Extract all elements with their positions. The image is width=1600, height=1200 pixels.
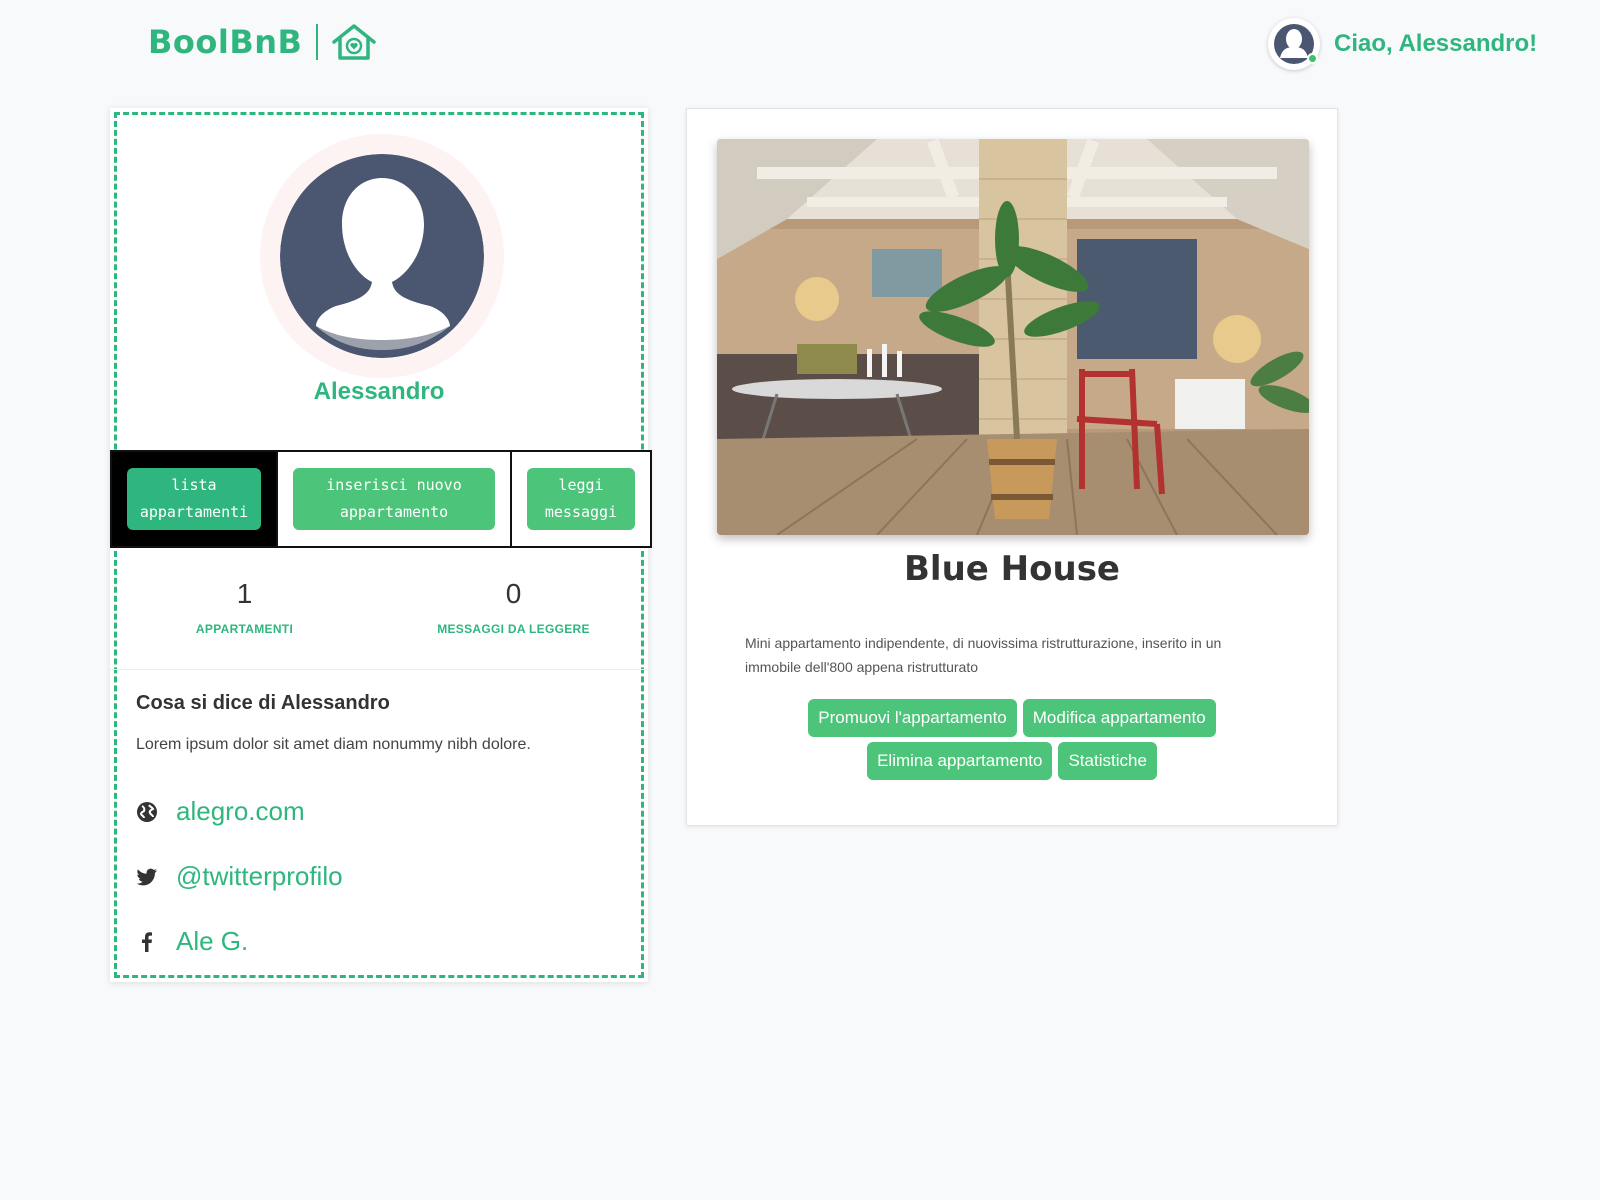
profile-card: Alessandro lista appartamenti inserisci … bbox=[110, 108, 652, 982]
stat-value: 0 bbox=[505, 578, 522, 609]
profile-name: Alessandro bbox=[313, 378, 445, 405]
user-silhouette-icon bbox=[280, 154, 484, 358]
apartment-description: Mini appartamento indipendente, di nuovi… bbox=[745, 635, 1222, 675]
tab-lista-appartamenti[interactable]: lista appartamenti bbox=[112, 452, 278, 546]
twitter-icon bbox=[136, 868, 157, 885]
logo-divider bbox=[316, 24, 319, 60]
facebook-link[interactable]: Ale G. bbox=[176, 926, 248, 957]
stat-value: 1 bbox=[236, 578, 253, 609]
profile-avatar bbox=[260, 134, 504, 378]
tab-inserisci-appartamento[interactable]: inserisci nuovo appartamento bbox=[278, 452, 512, 546]
about-text: Lorem ipsum dolor sit amet diam nonummy … bbox=[136, 736, 531, 753]
profile-tabbar: lista appartamenti inserisci nuovo appar… bbox=[110, 450, 652, 548]
profile-stats: 1 APPARTAMENTI 0 MESSAGGI DA LEGGERE bbox=[110, 574, 648, 670]
stat-label: APPARTAMENTI bbox=[195, 622, 294, 636]
stat-appartamenti: 1 APPARTAMENTI bbox=[110, 574, 379, 669]
apartment-card: Blue House Mini appartamento indipendent… bbox=[686, 108, 1338, 826]
about-title: Cosa si dice di Alessandro bbox=[136, 692, 390, 714]
user-greeting: Ciao, Alessandro! bbox=[1334, 30, 1538, 57]
brand-logo[interactable]: BoolBnB bbox=[148, 22, 378, 62]
stat-messaggi: 0 MESSAGGI DA LEGGERE bbox=[379, 574, 648, 669]
apartment-title: Blue House bbox=[904, 549, 1120, 589]
website-link[interactable]: alegro.com bbox=[176, 796, 305, 827]
promote-apartment-button[interactable]: Promuovi l'appartamento bbox=[808, 699, 1017, 737]
statistics-button[interactable]: Statistiche bbox=[1058, 742, 1157, 780]
globe-icon bbox=[137, 801, 157, 822]
stat-label: MESSAGGI DA LEGGERE bbox=[437, 622, 590, 636]
apartment-actions-row-2: Elimina appartamento Statistiche bbox=[687, 742, 1337, 780]
link-website[interactable]: alegro.com bbox=[136, 796, 305, 827]
tab-button-leggi-messaggi[interactable]: leggi messaggi bbox=[527, 468, 635, 530]
tab-button-inserisci-appartamento[interactable]: inserisci nuovo appartamento bbox=[293, 468, 495, 530]
apartment-photo[interactable] bbox=[717, 139, 1309, 535]
delete-apartment-button[interactable]: Elimina appartamento bbox=[867, 742, 1053, 780]
facebook-icon bbox=[142, 931, 152, 952]
logo-text: BoolBnB bbox=[148, 23, 303, 61]
edit-apartment-button[interactable]: Modifica appartamento bbox=[1022, 699, 1216, 737]
user-menu[interactable]: Ciao, Alessandro! bbox=[1268, 18, 1537, 70]
online-status-dot bbox=[1307, 53, 1318, 64]
link-facebook[interactable]: Ale G. bbox=[136, 926, 248, 957]
avatar[interactable] bbox=[1268, 18, 1320, 70]
tab-leggi-messaggi[interactable]: leggi messaggi bbox=[512, 452, 650, 546]
house-heart-icon bbox=[332, 24, 377, 60]
tab-button-lista-appartamenti[interactable]: lista appartamenti bbox=[127, 468, 261, 530]
apartment-actions-row-1: Promuovi l'appartamento Modifica apparta… bbox=[687, 699, 1337, 737]
twitter-link[interactable]: @twitterprofilo bbox=[176, 861, 343, 892]
link-twitter[interactable]: @twitterprofilo bbox=[136, 861, 343, 892]
